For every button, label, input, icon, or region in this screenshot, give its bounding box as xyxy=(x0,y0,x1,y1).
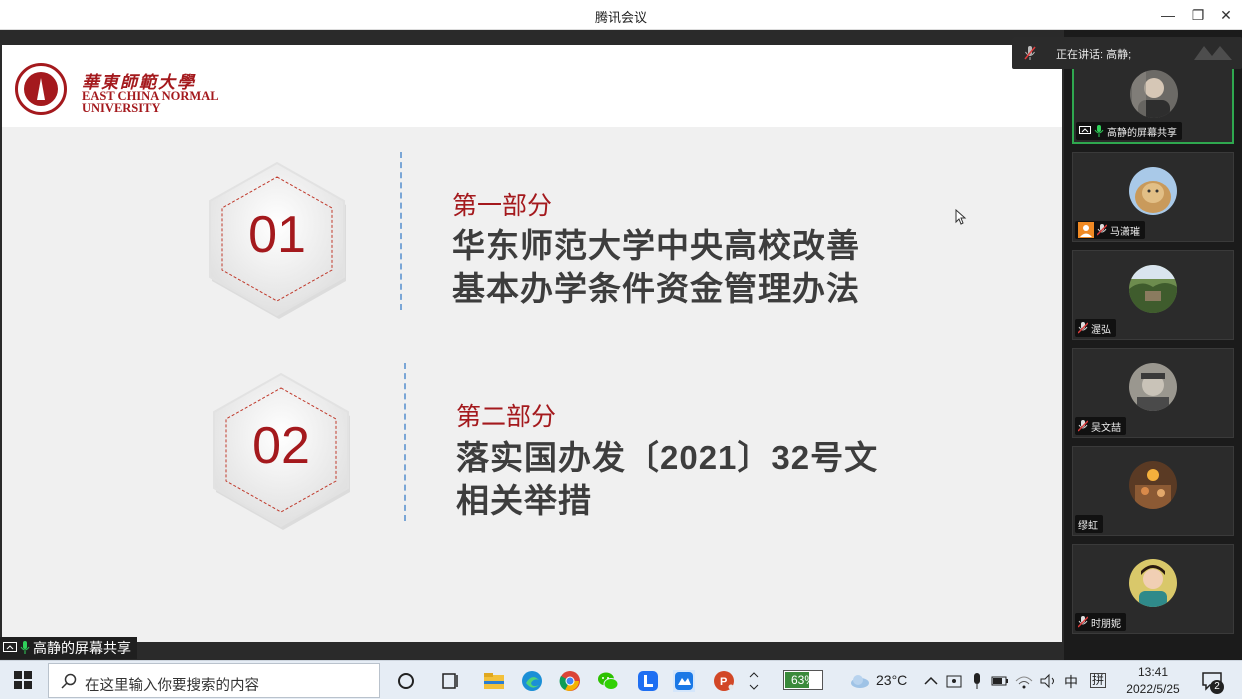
speaking-text: 正在讲话: 高静; xyxy=(1056,49,1132,61)
mic-muted-icon xyxy=(1078,420,1088,432)
section-2-title: 落实国办发〔2021〕32号文 相关举措 xyxy=(456,436,878,522)
clock-time: 13:41 xyxy=(1137,665,1169,679)
participant-name: 渥弘 xyxy=(1091,324,1111,336)
participant-tile[interactable]: 马潇璀 xyxy=(1072,152,1234,242)
desktop-screen: 腾讯会议 — ❐ ✕ 華東師範大學 EAST CHINA NORMAL UNIV… xyxy=(0,0,1242,699)
microphone-icon[interactable] xyxy=(968,669,986,693)
avatar xyxy=(1129,559,1177,607)
chevron-updown-icon[interactable] xyxy=(746,669,762,693)
participant-nametag: 渥弘 xyxy=(1075,319,1116,337)
section-1-title-line1: 华东师范大学中央高校改善 xyxy=(452,227,860,264)
participant-tile[interactable]: 吴文喆 xyxy=(1072,348,1234,438)
mic-on-icon xyxy=(20,641,30,654)
search-placeholder: 在这里输入你要搜索的内容 xyxy=(85,678,259,694)
screen-share-icon xyxy=(1079,126,1091,134)
screen-share-label: 高静的屏幕共享 xyxy=(0,637,137,659)
avatar xyxy=(1129,167,1177,215)
wifi-icon[interactable] xyxy=(1014,669,1034,693)
tray-app-icon[interactable] xyxy=(944,669,964,693)
ime-mode-indicator[interactable]: 拼 xyxy=(1090,673,1107,688)
section-1-hexagon: 01 xyxy=(202,157,352,322)
screen-share-label-text: 高静的屏幕共享 xyxy=(33,640,131,656)
section-1-number: 01 xyxy=(248,206,306,264)
mic-on-icon xyxy=(1094,125,1104,137)
screen-share-icon xyxy=(3,642,17,652)
windows-start-icon[interactable] xyxy=(14,671,32,689)
avatar xyxy=(1129,265,1177,313)
taskbar-search-box[interactable]: 在这里输入你要搜索的内容 xyxy=(48,663,380,698)
restore-button[interactable]: ❐ xyxy=(1186,4,1210,26)
mic-muted-icon xyxy=(1078,616,1088,628)
svg-text:P: P xyxy=(720,676,727,688)
chevron-up-icon[interactable] xyxy=(922,669,940,693)
clock-date: 2022/5/25 xyxy=(1126,682,1180,696)
window-titlebar: 腾讯会议 — ❐ ✕ xyxy=(0,0,1242,30)
presentation-slide: 華東師範大學 EAST CHINA NORMAL UNIVERSITY 01 第… xyxy=(2,45,1062,642)
avatar xyxy=(1130,70,1178,118)
tencent-meeting-icon[interactable] xyxy=(672,669,696,693)
battery-percent: 63% xyxy=(790,673,816,687)
battery-indicator[interactable]: 63% xyxy=(783,670,823,690)
participant-tile[interactable]: 渥弘 xyxy=(1072,250,1234,340)
university-name-en: EAST CHINA NORMAL UNIVERSITY xyxy=(82,90,219,115)
lark-icon[interactable] xyxy=(636,669,660,693)
section-2-divider xyxy=(404,363,406,521)
participant-nametag: 时朋妮 xyxy=(1075,613,1126,631)
section-2-label: 第二部分 xyxy=(456,403,557,431)
section-1-title-line2: 基本办学条件资金管理办法 xyxy=(452,270,860,307)
participant-name: 马潇璀 xyxy=(1110,226,1140,238)
windows-taskbar: 在这里输入你要搜索的内容 P 63% 23°C 中 拼 13:41 2022/5… xyxy=(0,660,1242,699)
section-2-number: 02 xyxy=(252,417,310,475)
section-1-label: 第一部分 xyxy=(452,192,553,220)
weather-temperature[interactable]: 23°C xyxy=(876,672,907,688)
notification-count-badge: 2 xyxy=(1210,680,1224,694)
cortana-icon[interactable] xyxy=(394,669,418,693)
section-1-divider xyxy=(400,152,402,310)
mouse-cursor-icon xyxy=(955,209,967,225)
mic-muted-icon xyxy=(1097,224,1107,236)
participant-nametag: 吴文喆 xyxy=(1075,417,1126,435)
participant-name: 缪虹 xyxy=(1078,520,1098,532)
participant-nametag: 高静的屏幕共享 xyxy=(1076,122,1182,140)
powerpoint-icon[interactable]: P xyxy=(712,669,736,693)
speaking-banner: 正在讲话: 高静; xyxy=(1012,37,1242,69)
participants-panel: 高静的屏幕共享 马潇璀 渥弘 吴文喆 缪虹 时朋妮 xyxy=(1064,30,1242,660)
system-clock[interactable]: 13:41 2022/5/25 xyxy=(1120,664,1186,698)
university-name-en-line2: UNIVERSITY xyxy=(82,101,161,115)
task-view-icon[interactable] xyxy=(438,669,462,693)
contact-icon xyxy=(1078,222,1094,238)
file-explorer-icon[interactable] xyxy=(482,669,506,693)
battery-icon[interactable] xyxy=(990,669,1010,693)
university-seal-icon xyxy=(15,63,67,115)
wechat-icon[interactable] xyxy=(596,669,620,693)
cloud-icon[interactable] xyxy=(848,669,872,693)
search-icon xyxy=(61,673,77,689)
avatar xyxy=(1129,363,1177,411)
section-1-title: 华东师范大学中央高校改善 基本办学条件资金管理办法 xyxy=(452,224,860,310)
participant-tile[interactable]: 时朋妮 xyxy=(1072,544,1234,634)
minimize-button[interactable]: — xyxy=(1156,4,1180,26)
edge-icon[interactable] xyxy=(520,669,544,693)
slide-header: 華東師範大學 EAST CHINA NORMAL UNIVERSITY xyxy=(2,45,1062,127)
shared-screen: 華東師範大學 EAST CHINA NORMAL UNIVERSITY 01 第… xyxy=(0,30,1064,660)
volume-icon[interactable] xyxy=(1038,669,1058,693)
tencent-meeting-logo-icon xyxy=(1194,46,1232,60)
section-2-hexagon: 02 xyxy=(206,368,356,533)
participant-nametag: 马潇璀 xyxy=(1075,221,1145,239)
participant-name: 时朋妮 xyxy=(1091,618,1121,630)
participant-name: 高静的屏幕共享 xyxy=(1107,127,1177,139)
mic-muted-icon xyxy=(1078,322,1088,334)
participant-nametag: 缪虹 xyxy=(1075,515,1103,533)
chrome-icon[interactable] xyxy=(558,669,582,693)
window-title: 腾讯会议 xyxy=(594,10,647,25)
ime-indicator[interactable]: 中 xyxy=(1064,672,1078,692)
avatar xyxy=(1129,461,1177,509)
participant-name: 吴文喆 xyxy=(1091,422,1121,434)
section-2-title-line1: 落实国办发〔2021〕32号文 xyxy=(456,439,879,476)
mic-muted-icon xyxy=(1024,46,1036,60)
close-button[interactable]: ✕ xyxy=(1214,4,1238,26)
participant-tile[interactable]: 缪虹 xyxy=(1072,446,1234,536)
section-2-title-line2: 相关举措 xyxy=(456,482,592,519)
